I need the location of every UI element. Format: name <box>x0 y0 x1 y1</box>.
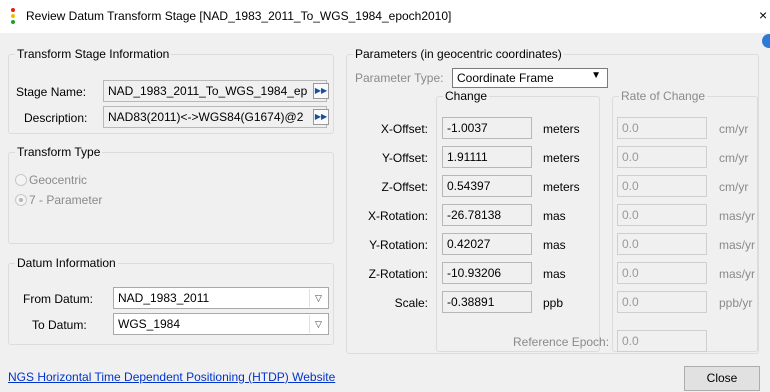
parameter-change-field[interactable]: -10.93206 <box>442 262 532 284</box>
geocentric-radio[interactable] <box>15 174 27 186</box>
help-icon[interactable] <box>762 34 770 48</box>
parameter-unit-label: meters <box>543 180 580 194</box>
parameter-change-field[interactable]: 1.91111 <box>442 146 532 168</box>
parameter-change-field[interactable]: -0.38891 <box>442 291 532 313</box>
parameter-change-field[interactable]: 0.54397 <box>442 175 532 197</box>
chevron-down-icon: ▽ <box>309 315 327 333</box>
parameter-rate-unit-label: mas/yr <box>719 238 755 252</box>
parameter-rate-unit-label: cm/yr <box>719 122 749 136</box>
parameter-unit-label: meters <box>543 122 580 136</box>
to-datum-value: WGS_1984 <box>118 317 181 331</box>
parameter-rate-field[interactable]: 0.0 <box>617 175 707 197</box>
chevron-down-icon: ▼ <box>591 70 601 81</box>
stage-name-more-button[interactable]: ▶▶ <box>313 83 329 99</box>
app-icon <box>10 8 16 24</box>
parameter-type-value: Coordinate Frame <box>457 71 554 85</box>
stage-name-label: Stage Name: <box>16 85 87 99</box>
from-datum-value: NAD_1983_2011 <box>118 291 210 305</box>
close-button[interactable]: Close <box>684 366 760 391</box>
seven-parameter-radio[interactable] <box>15 194 27 206</box>
parameter-change-field[interactable]: -1.0037 <box>442 117 532 139</box>
parameter-row-label: Y-Rotation: <box>369 238 428 252</box>
transform-type-title: Transform Type <box>15 145 103 159</box>
parameter-rate-unit-label: mas/yr <box>719 267 755 281</box>
rate-of-change-title: Rate of Change <box>619 89 708 103</box>
parameter-unit-label: meters <box>543 151 580 165</box>
description-label: Description: <box>24 111 88 125</box>
reference-epoch-field[interactable]: 0.0 <box>617 330 707 352</box>
parameter-row-label: X-Rotation: <box>367 209 428 223</box>
parameters-title: Parameters (in geocentric coordinates) <box>353 47 564 61</box>
reference-epoch-label: Reference Epoch: <box>513 335 610 349</box>
parameter-row-label: Y-Offset: <box>381 151 428 165</box>
parameter-change-field[interactable]: 0.42027 <box>442 233 532 255</box>
parameter-row-label: Z-Offset: <box>381 180 428 194</box>
change-title: Change <box>443 89 490 103</box>
parameter-rate-field[interactable]: 0.0 <box>617 233 707 255</box>
to-datum-label: To Datum: <box>32 318 87 332</box>
parameter-unit-label: mas <box>543 209 566 223</box>
seven-parameter-label: 7 - Parameter <box>29 193 103 207</box>
description-field[interactable]: NAD83(2011)<->WGS84(G1674)@2 <box>103 106 327 128</box>
title-bar: Review Datum Transform Stage [NAD_1983_2… <box>0 0 770 33</box>
datum-info-title: Datum Information <box>15 256 118 270</box>
stage-info-title: Transform Stage Information <box>15 47 172 61</box>
parameter-unit-label: ppb <box>543 296 564 310</box>
stage-name-field[interactable]: NAD_1983_2011_To_WGS_1984_ep <box>103 80 327 102</box>
parameter-rate-unit-label: mas/yr <box>719 209 755 223</box>
to-datum-combo[interactable]: WGS_1984 ▽ <box>113 313 329 335</box>
parameter-rate-field[interactable]: 0.0 <box>617 262 707 284</box>
parameter-row-label: X-Offset: <box>380 122 428 136</box>
double-arrow-right-icon: ▶▶ <box>314 112 328 121</box>
window-close-button[interactable]: × <box>759 7 767 23</box>
parameter-rate-unit-label: ppb/yr <box>719 296 753 310</box>
window-title: Review Datum Transform Stage [NAD_1983_2… <box>26 9 452 23</box>
parameter-change-field[interactable]: -26.78138 <box>442 204 532 226</box>
chevron-down-icon: ▽ <box>309 289 327 307</box>
description-more-button[interactable]: ▶▶ <box>313 109 329 125</box>
parameter-rate-field[interactable]: 0.0 <box>617 291 707 313</box>
from-datum-combo[interactable]: NAD_1983_2011 ▽ <box>113 287 329 309</box>
dialog-body: Transform Stage Information Stage Name: … <box>0 33 770 392</box>
parameter-type-label: Parameter Type: <box>355 71 444 85</box>
parameter-rate-unit-label: cm/yr <box>719 151 749 165</box>
parameter-unit-label: mas <box>543 267 566 281</box>
parameter-rate-unit-label: cm/yr <box>719 180 749 194</box>
geocentric-label: Geocentric <box>29 173 88 187</box>
parameter-row-label: Z-Rotation: <box>368 267 428 281</box>
double-arrow-right-icon: ▶▶ <box>314 86 328 95</box>
parameter-row-label: Scale: <box>394 296 428 310</box>
parameter-unit-label: mas <box>543 238 566 252</box>
parameter-type-combo[interactable]: Coordinate Frame ▼ <box>452 68 608 88</box>
htdp-website-link[interactable]: NGS Horizontal Time Dependent Positionin… <box>8 370 335 384</box>
from-datum-label: From Datum: <box>23 292 94 306</box>
parameter-rate-field[interactable]: 0.0 <box>617 117 707 139</box>
parameter-rate-field[interactable]: 0.0 <box>617 146 707 168</box>
parameter-rate-field[interactable]: 0.0 <box>617 204 707 226</box>
